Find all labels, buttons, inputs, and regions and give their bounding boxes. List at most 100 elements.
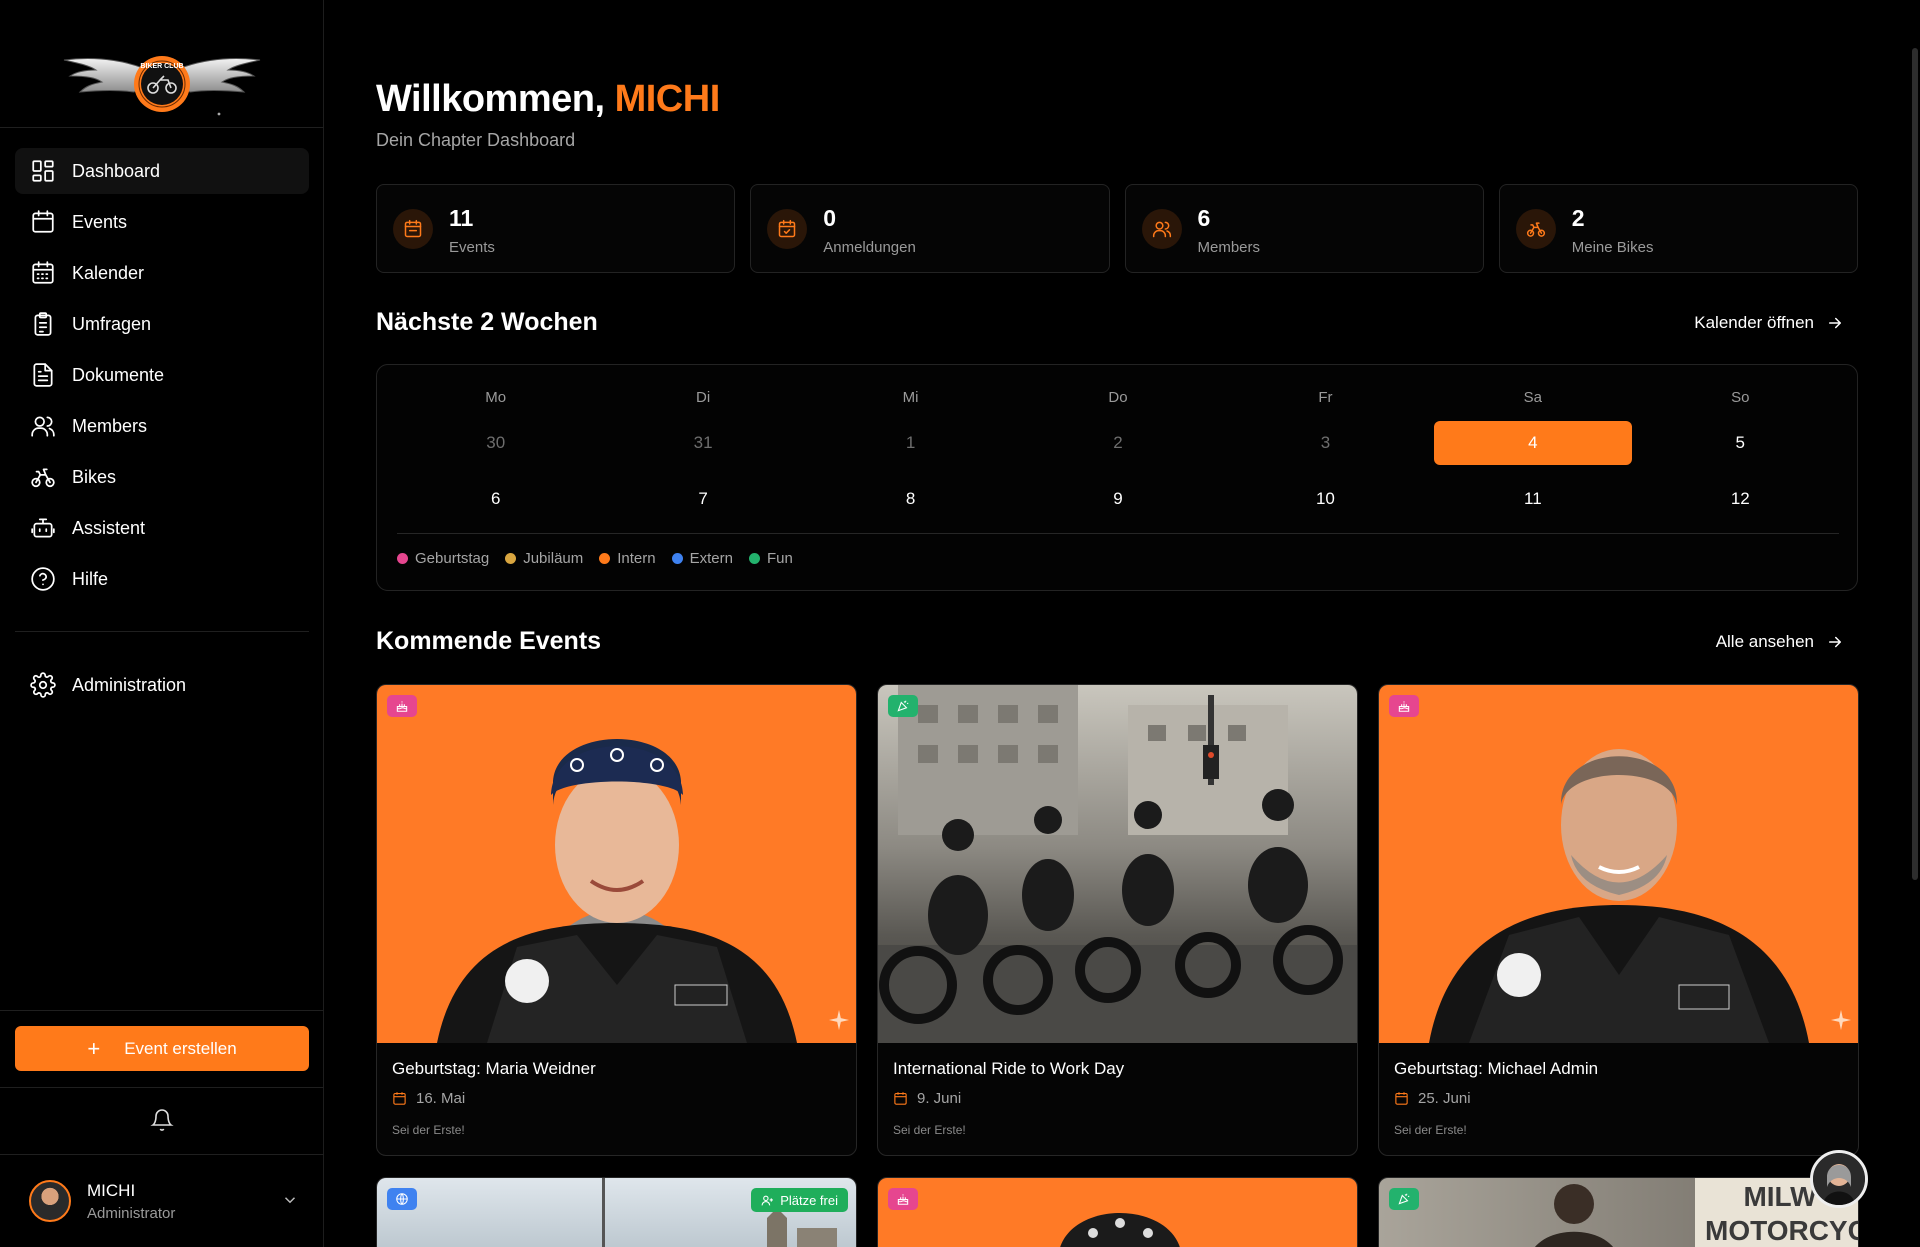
stat-label: Anmeldungen — [823, 239, 916, 256]
cake-icon — [1398, 701, 1410, 712]
logo-text: BIKER CLUB — [140, 63, 183, 70]
portrait-image — [437, 739, 797, 1043]
calendar-day[interactable]: 6 — [397, 477, 594, 521]
stat-card-anmeldungen[interactable]: 0 Anmeldungen — [750, 184, 1110, 273]
calendar-day[interactable]: 10 — [1227, 477, 1424, 521]
nav-label: Members — [72, 415, 148, 436]
calendar-day[interactable]: 3 — [1227, 421, 1424, 465]
nav-item-dokumente[interactable]: Dokumente — [15, 352, 309, 398]
cake-icon — [396, 701, 408, 712]
event-note: Sei der Erste! — [893, 1123, 966, 1137]
weekday-label: Do — [1108, 389, 1128, 406]
bot-icon — [31, 518, 55, 538]
stat-card-events[interactable]: 11 Events — [376, 184, 736, 273]
nav-item-administration[interactable]: Administration — [15, 662, 309, 708]
calendar-day[interactable]: 1 — [812, 421, 1009, 465]
divider — [0, 1087, 324, 1088]
event-note: Sei der Erste! — [392, 1123, 465, 1137]
calendar-week-row: 6 7 8 9 10 11 12 — [397, 477, 1839, 521]
event-image — [1379, 685, 1858, 1043]
portrait-image — [1060, 1213, 1180, 1247]
user-plus-icon — [761, 1195, 774, 1205]
nav-label: Assistent — [72, 517, 146, 538]
winged-logo-icon: BIKER CLUB — [63, 56, 261, 116]
bell-icon — [150, 1109, 174, 1131]
extern-tag — [387, 1188, 417, 1210]
party-icon — [897, 700, 909, 712]
calendar-day[interactable]: 12 — [1642, 477, 1839, 521]
event-card[interactable]: Geburtstag: Maria Weidner 16. Mai Sei de… — [376, 684, 857, 1156]
nav-item-assistent[interactable]: Assistent — [15, 505, 309, 551]
floating-assistant-avatar[interactable] — [1810, 1150, 1868, 1208]
event-card[interactable]: Geburtstag: Michael Admin 25. Juni Sei d… — [1378, 684, 1859, 1156]
event-card[interactable]: Plätze frei — [376, 1177, 857, 1247]
nav-item-members[interactable]: Members — [15, 403, 309, 449]
create-event-button[interactable]: + Event erstellen — [15, 1026, 309, 1071]
view-all-events-link[interactable]: Alle ansehen — [1716, 632, 1844, 652]
nav-item-kalender[interactable]: Kalender — [15, 250, 309, 296]
stat-label: Members — [1197, 239, 1261, 256]
party-icon — [1398, 1193, 1410, 1205]
help-icon — [31, 567, 55, 591]
user-role: Administrator — [87, 1204, 176, 1222]
weekday-label: Fr — [1318, 389, 1333, 406]
legend-label: Geburtstag — [415, 550, 490, 567]
event-image — [878, 1178, 1357, 1247]
legend-label: Extern — [689, 550, 733, 567]
nav-label: Hilfe — [72, 568, 109, 589]
calendar-day[interactable]: 9 — [1019, 477, 1216, 521]
event-image: Plätze frei — [377, 1178, 856, 1247]
places-free-badge: Plätze frei — [751, 1188, 848, 1212]
club-logo[interactable]: BIKER CLUB — [0, 46, 324, 126]
stat-card-bikes[interactable]: 2 Meine Bikes — [1498, 184, 1858, 273]
event-title: Geburtstag: Maria Weidner — [392, 1059, 596, 1078]
nav-item-bikes[interactable]: Bikes — [15, 454, 309, 500]
legend-dot — [599, 553, 611, 564]
event-note: Sei der Erste! — [1394, 1123, 1467, 1137]
page-subtitle: Dein Chapter Dashboard — [376, 130, 576, 150]
calendar-icon — [894, 1092, 907, 1105]
calendar-day[interactable]: 5 — [1642, 421, 1839, 465]
nav-item-events[interactable]: Events — [15, 199, 309, 245]
open-calendar-link[interactable]: Kalender öffnen — [1694, 313, 1844, 333]
calendar-check-icon — [767, 209, 808, 249]
cake-icon — [897, 1194, 909, 1205]
nav-label: Administration — [72, 674, 187, 695]
avatar-icon — [1813, 1153, 1865, 1205]
sparkle-icon — [828, 1009, 850, 1031]
event-card[interactable] — [877, 1177, 1358, 1247]
calendar-day[interactable]: 30 — [397, 421, 594, 465]
page-title: Willkommen, MICHI — [376, 78, 720, 121]
notifications-button[interactable] — [150, 1108, 174, 1132]
nav-item-hilfe[interactable]: Hilfe — [15, 556, 309, 602]
user-menu[interactable]: MICHI Administrator — [29, 1175, 299, 1227]
user-name: MICHI — [87, 1180, 136, 1200]
event-card[interactable]: MILW MOTORCYCL — [1378, 1177, 1859, 1247]
stat-card-members[interactable]: 6 Members — [1124, 184, 1484, 273]
calendar-day[interactable]: 7 — [604, 477, 801, 521]
divider — [0, 1154, 324, 1155]
page-scrollbar[interactable] — [1912, 48, 1918, 880]
weekday-label: Sa — [1523, 389, 1543, 406]
divider — [0, 1010, 324, 1011]
stat-value: 6 — [1197, 205, 1211, 231]
event-card[interactable]: International Ride to Work Day 9. Juni S… — [877, 684, 1358, 1156]
nav-item-dashboard[interactable]: Dashboard — [15, 148, 309, 194]
divider — [0, 127, 324, 128]
stat-value: 0 — [823, 205, 837, 231]
calendar-day[interactable]: 11 — [1434, 477, 1631, 521]
nav-item-umfragen[interactable]: Umfragen — [15, 301, 309, 347]
calendar-day[interactable]: 8 — [812, 477, 1009, 521]
legend-label: Fun — [766, 550, 793, 567]
nav-label: Bikes — [72, 466, 117, 487]
calendar-day-today[interactable]: 4 — [1434, 421, 1632, 465]
nav-label: Dokumente — [72, 364, 165, 385]
legend-label: Intern — [617, 550, 656, 567]
calendar-day[interactable]: 31 — [604, 421, 801, 465]
portrait-image — [1429, 749, 1809, 1043]
event-date-text: 25. Juni — [1418, 1090, 1471, 1107]
two-week-calendar: Mo Di Mi Do Fr Sa So 30 31 1 2 3 4 5 6 7… — [376, 364, 1858, 591]
legend-dot — [748, 553, 760, 564]
divider — [397, 533, 1839, 534]
calendar-day[interactable]: 2 — [1019, 421, 1216, 465]
